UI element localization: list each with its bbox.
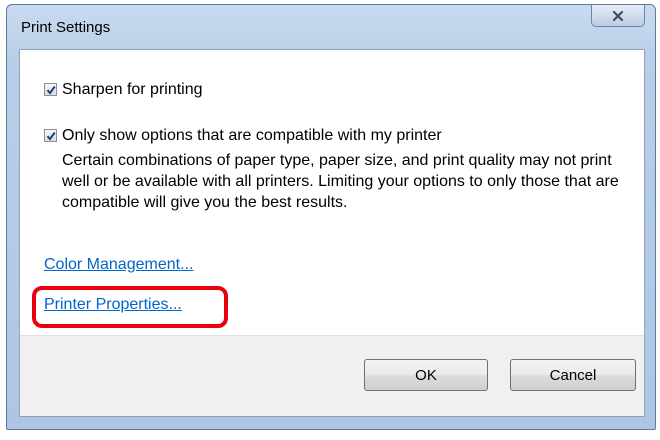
- color-management-link[interactable]: Color Management...: [44, 256, 193, 274]
- close-button[interactable]: [591, 5, 645, 27]
- cancel-button[interactable]: Cancel: [510, 359, 636, 391]
- sharpen-label: Sharpen for printing: [62, 81, 203, 98]
- close-icon: [612, 10, 624, 22]
- dialog-content: Sharpen for printing Only show options t…: [19, 49, 645, 417]
- ok-button[interactable]: OK: [364, 359, 488, 391]
- print-settings-dialog: Print Settings Sharpen for printing Only…: [6, 4, 656, 430]
- compatible-label: Only show options that are compatible wi…: [62, 127, 442, 144]
- sharpen-checkbox[interactable]: [44, 83, 57, 96]
- compatible-checkbox[interactable]: [44, 129, 57, 142]
- title-bar[interactable]: Print Settings: [7, 5, 655, 53]
- dialog-title: Print Settings: [21, 19, 111, 36]
- printer-properties-link[interactable]: Printer Properties...: [44, 296, 182, 314]
- compatibility-description: Certain combinations of paper type, pape…: [62, 152, 619, 211]
- check-icon: [46, 85, 56, 95]
- sharpen-option[interactable]: Sharpen for printing: [44, 80, 203, 100]
- button-bar: OK Cancel: [20, 335, 644, 416]
- check-icon: [46, 131, 56, 141]
- compatible-option[interactable]: Only show options that are compatible wi…: [44, 126, 442, 146]
